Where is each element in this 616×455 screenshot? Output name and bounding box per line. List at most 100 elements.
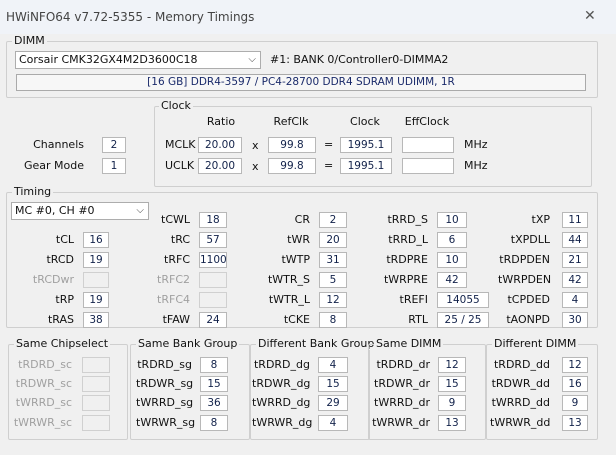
mclk-clock: 1995.1 [340, 137, 392, 153]
timing-value-trfc4 [199, 292, 227, 308]
timing-label-tcl: tCL [55, 233, 74, 246]
timing-value-trfc2 [199, 272, 227, 288]
turnaround-value-twrrd-sc [82, 395, 110, 411]
mclk-effclock [402, 137, 454, 153]
uclk-effclock [402, 158, 454, 174]
channel-select[interactable]: MC #0, CH #0 ⌵ [11, 202, 149, 220]
turnaround-value-twrrd-dd: 9 [562, 395, 588, 411]
timing-label-rtl: RTL [408, 313, 428, 326]
timing-value-tcke: 8 [319, 312, 347, 328]
timing-value-trp: 19 [83, 292, 109, 308]
turnaround-value-trdwr-sc [82, 376, 110, 392]
effclock-header: EffClock [404, 115, 450, 128]
turnaround-label-twrwr-sc: tWRWR_sc [13, 416, 72, 429]
turnaround-value-trdwr-dd: 16 [562, 376, 588, 392]
turnaround-value-trdrd-sg: 8 [200, 357, 228, 373]
timing-label-tfaw: tFAW [162, 313, 190, 326]
turnaround-label-twrrd-sc: tWRRD_sc [15, 396, 72, 409]
timing-value-cr: 2 [319, 212, 347, 228]
turnaround-label-trdrd-dd: tRDRD_dd [493, 358, 550, 371]
channels-value: 2 [102, 137, 126, 153]
timing-value-txp: 11 [562, 212, 588, 228]
turnaround-label-trdrd-dg: tRDRD_dg [253, 358, 310, 371]
mclk-unit: MHz [464, 138, 488, 151]
turnaround-label-trdwr-dd: tRDWR_dd [491, 377, 550, 390]
timing-value-twtp: 31 [319, 252, 347, 268]
timing-label-cr: CR [294, 213, 310, 226]
timing-label-trrd-s: tRRD_S [387, 213, 428, 226]
timing-value-tfaw: 24 [199, 312, 227, 328]
same-chipselect-label: Same Chipselect [14, 337, 111, 350]
timing-value-tcpded: 4 [562, 292, 588, 308]
timing-value-trefi: 14055 [437, 292, 489, 308]
turnaround-label-trdrd-sg: tRDRD_sg [137, 358, 192, 371]
turnaround-value-trdwr-sg: 15 [200, 376, 228, 392]
uclk-unit: MHz [464, 159, 488, 172]
same-dimm-label: Same DIMM [374, 337, 444, 350]
dimm-info: [16 GB] DDR4-3597 / PC4-28700 DDR4 SDRAM… [16, 74, 586, 91]
timing-value-trdpden: 21 [562, 252, 588, 268]
turnaround-label-twrrd-dg: tWRRD_dg [252, 396, 311, 409]
turnaround-label-twrrd-dd: tWRRD_dd [491, 396, 550, 409]
mclk-label: MCLK [165, 138, 196, 151]
turnaround-label-twrrd-sg: tWRRD_sg [136, 396, 194, 409]
scrollbar[interactable] [604, 34, 616, 455]
timing-value-rtl: 25 / 25 [437, 312, 489, 328]
turnaround-value-twrwr-sg: 8 [200, 415, 228, 431]
timing-value-trrd-l: 6 [437, 232, 467, 248]
dimm-module-select[interactable]: Corsair CMK32GX4M2D3600C18 ⌵ [15, 51, 261, 69]
uclk-equals: = [324, 159, 334, 172]
timing-value-twtr-s: 5 [319, 272, 347, 288]
timing-label-trcdwr: tRCDwr [32, 273, 74, 286]
turnaround-value-trdrd-dd: 12 [562, 357, 588, 373]
timing-label-txpdll: tXPDLL [510, 233, 550, 246]
timing-value-txpdll: 44 [562, 232, 588, 248]
turnaround-value-trdrd-dr: 12 [438, 357, 466, 373]
timing-label-twtr-l: tWTR_L [268, 293, 310, 306]
turnaround-label-twrrd-dr: tWRRD_dr [374, 396, 430, 409]
turnaround-value-twrwr-dr: 13 [438, 415, 466, 431]
timing-value-twrpre: 42 [437, 272, 467, 288]
timing-value-trdpre: 10 [437, 252, 467, 268]
turnaround-value-trdrd-sc [82, 357, 110, 373]
timing-label-trfc2: tRFC2 [157, 273, 190, 286]
turnaround-value-twrwr-dd: 13 [562, 415, 588, 431]
mclk-times: x [252, 139, 259, 152]
uclk-times: x [252, 160, 259, 173]
turnaround-value-twrwr-dg: 4 [318, 415, 348, 431]
timing-value-trrd-s: 10 [437, 212, 467, 228]
uclk-ratio: 20.00 [198, 158, 242, 174]
turnaround-label-twrwr-dg: tWRWR_dg [252, 416, 313, 429]
uclk-refclk: 99.8 [268, 158, 316, 174]
different-bank-group-label: Different Bank Group [256, 337, 377, 350]
turnaround-value-twrrd-dg: 29 [318, 395, 348, 411]
turnaround-label-trdrd-dr: tRDRD_dr [376, 358, 430, 371]
gear-mode-value: 1 [102, 158, 126, 174]
mclk-equals: = [324, 138, 334, 151]
timing-value-tcl: 16 [83, 232, 109, 248]
turnaround-label-trdwr-sc: tRDWR_sc [15, 377, 72, 390]
timing-label-twrpre: tWRPRE [383, 273, 428, 286]
dimm-slot: #1: BANK 0/Controller0-DIMMA2 [270, 53, 449, 66]
timing-label-twrpden: tWRPDEN [498, 273, 552, 286]
same-bank-group-label: Same Bank Group [136, 337, 240, 350]
turnaround-value-twrrd-dr: 9 [438, 395, 466, 411]
turnaround-value-trdwr-dg: 15 [318, 376, 348, 392]
timing-label-trrd-l: tRRD_L [388, 233, 428, 246]
channels-label: Channels [33, 138, 84, 151]
turnaround-value-twrrd-sg: 36 [200, 395, 228, 411]
channel-select-value: MC #0, CH #0 [15, 204, 95, 217]
uclk-label: UCLK [165, 159, 195, 172]
turnaround-label-trdrd-sc: tRDRD_sc [18, 358, 72, 371]
mclk-refclk: 99.8 [268, 137, 316, 153]
title-bar: HWiNFO64 v7.72-5355 - Memory Timings ✕ [0, 0, 616, 34]
timing-value-twr: 20 [319, 232, 347, 248]
timing-label-trfc: tRFC [164, 253, 190, 266]
timing-label-twr: tWR [287, 233, 310, 246]
turnaround-label-trdwr-sg: tRDWR_sg [136, 377, 194, 390]
window-title: HWiNFO64 v7.72-5355 - Memory Timings [6, 10, 255, 24]
clock-header: Clock [350, 115, 380, 128]
timing-value-trc: 57 [199, 232, 227, 248]
turnaround-label-twrwr-dr: tWRWR_dr [372, 416, 430, 429]
close-icon[interactable]: ✕ [584, 8, 596, 24]
